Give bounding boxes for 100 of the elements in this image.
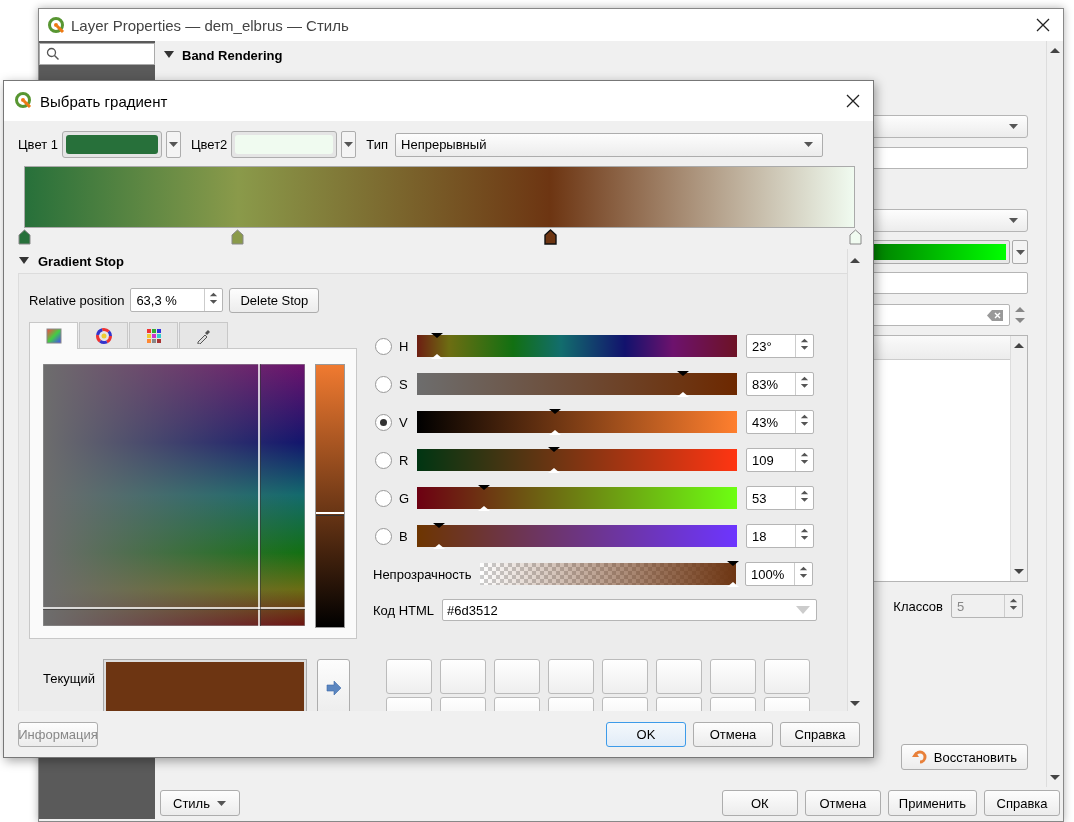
slider-thumb[interactable] (676, 371, 689, 397)
radio-button[interactable] (375, 451, 392, 469)
field-label: Код HTML (373, 602, 435, 618)
radio-button[interactable] (375, 337, 392, 355)
color-button[interactable] (62, 131, 162, 158)
app-logo-icon (14, 91, 34, 111)
spin-box[interactable]: 53 (746, 486, 814, 510)
channel-label: S (398, 376, 409, 392)
caret-icon (216, 799, 227, 807)
radio-button[interactable] (375, 375, 392, 393)
color-area[interactable] (43, 364, 305, 626)
scroll-down-icon[interactable] (1014, 569, 1024, 575)
color-swatch-button[interactable] (764, 659, 810, 694)
dropdown-button[interactable] (341, 131, 357, 158)
picker-tab[interactable] (129, 322, 178, 348)
close-icon[interactable] (1035, 17, 1051, 33)
dialog-button[interactable]: Справка (984, 790, 1060, 816)
color-slider[interactable] (417, 411, 737, 433)
close-icon[interactable] (845, 93, 861, 109)
dialog-button[interactable]: Отмена (693, 721, 773, 747)
color-swatch-button[interactable] (548, 659, 594, 694)
gradient-stop-marker[interactable] (848, 229, 862, 245)
gradient-stop-marker[interactable] (543, 229, 557, 245)
color-swatch-button[interactable] (710, 659, 756, 694)
dialog-button[interactable]: ОК (721, 790, 798, 816)
color-button[interactable] (231, 131, 338, 158)
radio-button[interactable] (375, 489, 392, 507)
scrollbar[interactable] (1046, 41, 1063, 787)
color-slider[interactable] (417, 525, 737, 547)
dialog-button[interactable]: OK (606, 721, 686, 747)
color-slider[interactable] (417, 487, 737, 509)
scroll-up-icon[interactable] (1050, 47, 1060, 53)
type-dropdown[interactable]: Непрерывный (395, 132, 823, 157)
color-slider[interactable] (417, 335, 737, 357)
slider-thumb[interactable] (548, 409, 561, 435)
add-color-button[interactable] (317, 659, 350, 711)
slider-thumb[interactable] (547, 447, 560, 473)
spin-box[interactable]: 63,3 % (130, 288, 224, 312)
restore-button[interactable]: Восстановить (900, 744, 1028, 770)
scrollbar[interactable] (1010, 336, 1027, 581)
scroll-up-icon[interactable] (850, 257, 860, 263)
eyedropper-icon (195, 327, 212, 344)
dropdown-button[interactable] (1012, 240, 1028, 264)
color-swatch-button[interactable] (440, 659, 486, 694)
scroll-up-icon[interactable] (1014, 342, 1024, 348)
spin-box[interactable]: 23° (746, 334, 814, 358)
delete-stop-button[interactable]: Delete Stop (229, 287, 320, 313)
undo-icon (911, 749, 928, 765)
window-title: Layer Properties — dem_elbrus — Стиль (71, 16, 350, 34)
slider-thumb[interactable] (433, 523, 446, 549)
field-label: Текущий (42, 670, 96, 686)
radio-button[interactable] (375, 413, 392, 431)
picker-tab[interactable] (29, 322, 78, 349)
slider-thumb[interactable] (431, 333, 444, 359)
color-slider[interactable] (417, 449, 737, 471)
color-swatch-button[interactable] (386, 659, 432, 694)
spin-box[interactable]: 83% (746, 372, 814, 396)
radio-button[interactable] (375, 527, 392, 545)
color-slider[interactable] (417, 373, 737, 395)
spin-box[interactable]: 109 (746, 448, 814, 472)
spin-box[interactable]: 100% (745, 562, 813, 586)
dialog-button[interactable]: Справка (780, 721, 860, 747)
channel-label: R (398, 452, 410, 468)
search-icon (46, 47, 60, 61)
gradient-stop-marker[interactable] (231, 229, 245, 245)
dialog-title: Выбрать градиент (40, 92, 169, 110)
slider-handle[interactable] (316, 512, 344, 517)
spin-box[interactable]: 43% (746, 410, 814, 434)
caret-icon (1008, 123, 1019, 130)
dialog-button[interactable]: Отмена (804, 790, 881, 816)
value-slider[interactable] (315, 364, 345, 628)
picker-tab[interactable] (79, 322, 128, 348)
html-code-field[interactable]: #6d3512 (442, 599, 818, 621)
scroll-down-icon[interactable] (1050, 775, 1060, 781)
color-swatch-button[interactable] (656, 659, 702, 694)
dialog-button[interactable]: Применить (887, 790, 977, 816)
search-field[interactable] (39, 43, 155, 65)
dropdown-button[interactable] (166, 131, 181, 158)
channel-label: B (398, 528, 409, 544)
section-title: Gradient Stop (38, 253, 124, 269)
spin-box[interactable]: 18 (746, 524, 814, 548)
section-title: Band Rendering (182, 47, 283, 63)
color-square-icon (45, 328, 62, 344)
slider-thumb[interactable] (727, 561, 739, 587)
field-label: Relative position (29, 292, 125, 308)
color-swatch-button[interactable] (602, 659, 648, 694)
field-label: Непрозрачность (373, 566, 473, 582)
scroll-down-icon[interactable] (850, 701, 860, 707)
app-logo-icon (47, 16, 65, 34)
color-wheel-icon (95, 327, 112, 344)
clear-icon[interactable] (987, 309, 1003, 321)
style-button[interactable]: Стиль (160, 790, 240, 816)
caret-icon (1014, 248, 1026, 256)
gradient-stop-marker[interactable] (17, 229, 31, 245)
channel-label: V (398, 414, 409, 430)
color-swatch-button[interactable] (494, 659, 540, 694)
caret-icon (1008, 217, 1019, 224)
opacity-slider[interactable] (480, 563, 736, 585)
slider-thumb[interactable] (477, 485, 490, 511)
channel-label: G (398, 490, 411, 506)
